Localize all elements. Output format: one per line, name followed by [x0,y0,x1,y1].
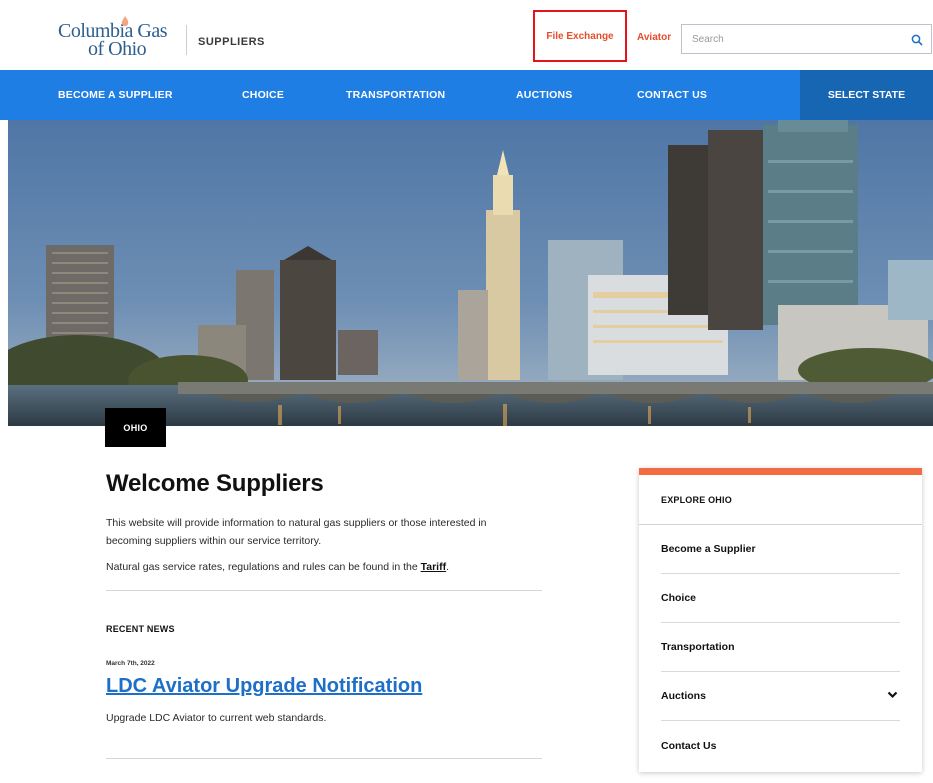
select-state-button[interactable]: SELECT STATE [800,70,933,120]
sidebar-accent-bar [639,468,922,475]
search-icon[interactable] [911,34,923,46]
rates-period: . [446,561,450,573]
aviator-link[interactable]: Aviator [637,32,671,43]
sidebar-item-label: Auctions [661,690,706,702]
site-header: Columbia Gas of Ohio SUPPLIERS File Exch… [0,0,933,70]
sidebar-item-label: Choice [661,592,697,604]
sidebar-item-label: Become a Supplier [661,543,756,555]
logo-line-2: of Ohio [88,38,147,60]
nav-transportation[interactable]: TRANSPORTATION [346,70,445,120]
divider [106,758,542,759]
columbia-gas-logo[interactable]: Columbia Gas of Ohio [58,16,180,60]
explore-ohio-sidebar: EXPLORE OHIO Become a Supplier Choice Tr… [639,468,922,772]
hero-skyline-image [8,120,933,426]
file-exchange-link[interactable]: File Exchange [533,10,627,62]
flame-icon [121,16,129,27]
divider [106,590,542,591]
rates-paragraph: Natural gas service rates, regulations a… [106,558,546,576]
sidebar-heading: EXPLORE OHIO [661,495,732,505]
sidebar-item-transportation[interactable]: Transportation [661,623,900,672]
news-date: March 7th, 2022 [106,660,155,667]
nav-auctions[interactable]: AUCTIONS [516,70,572,120]
recent-news-heading: RECENT NEWS [106,624,175,634]
nav-contact-us[interactable]: CONTACT US [637,70,707,120]
nav-become-a-supplier[interactable]: BECOME A SUPPLIER [58,70,173,120]
chevron-down-icon[interactable] [887,691,898,699]
sidebar-item-become-a-supplier[interactable]: Become a Supplier [661,525,900,574]
logo-divider [186,25,187,55]
main-navigation: BECOME A SUPPLIER CHOICE TRANSPORTATION … [0,70,933,120]
sidebar-item-choice[interactable]: Choice [661,574,900,623]
nav-choice[interactable]: CHOICE [242,70,284,120]
page-title: Welcome Suppliers [106,470,324,497]
tariff-link[interactable]: Tariff [421,561,446,573]
site-section-label: SUPPLIERS [198,36,265,48]
sidebar-item-auctions[interactable]: Auctions [661,672,900,721]
intro-paragraph: This website will provide information to… [106,517,487,547]
sidebar-item-label: Transportation [661,641,735,653]
news-description: Upgrade LDC Aviator to current web stand… [106,712,327,724]
news-title-link[interactable]: LDC Aviator Upgrade Notification [106,675,422,698]
search-box [681,24,932,54]
search-input[interactable] [692,31,902,47]
sidebar-item-label: Contact Us [661,739,717,752]
sidebar-item-contact-us[interactable]: Contact Us [661,721,900,770]
state-tag: OHIO [105,408,166,447]
rates-text: Natural gas service rates, regulations a… [106,561,421,573]
city-skyline-illustration [8,120,933,426]
